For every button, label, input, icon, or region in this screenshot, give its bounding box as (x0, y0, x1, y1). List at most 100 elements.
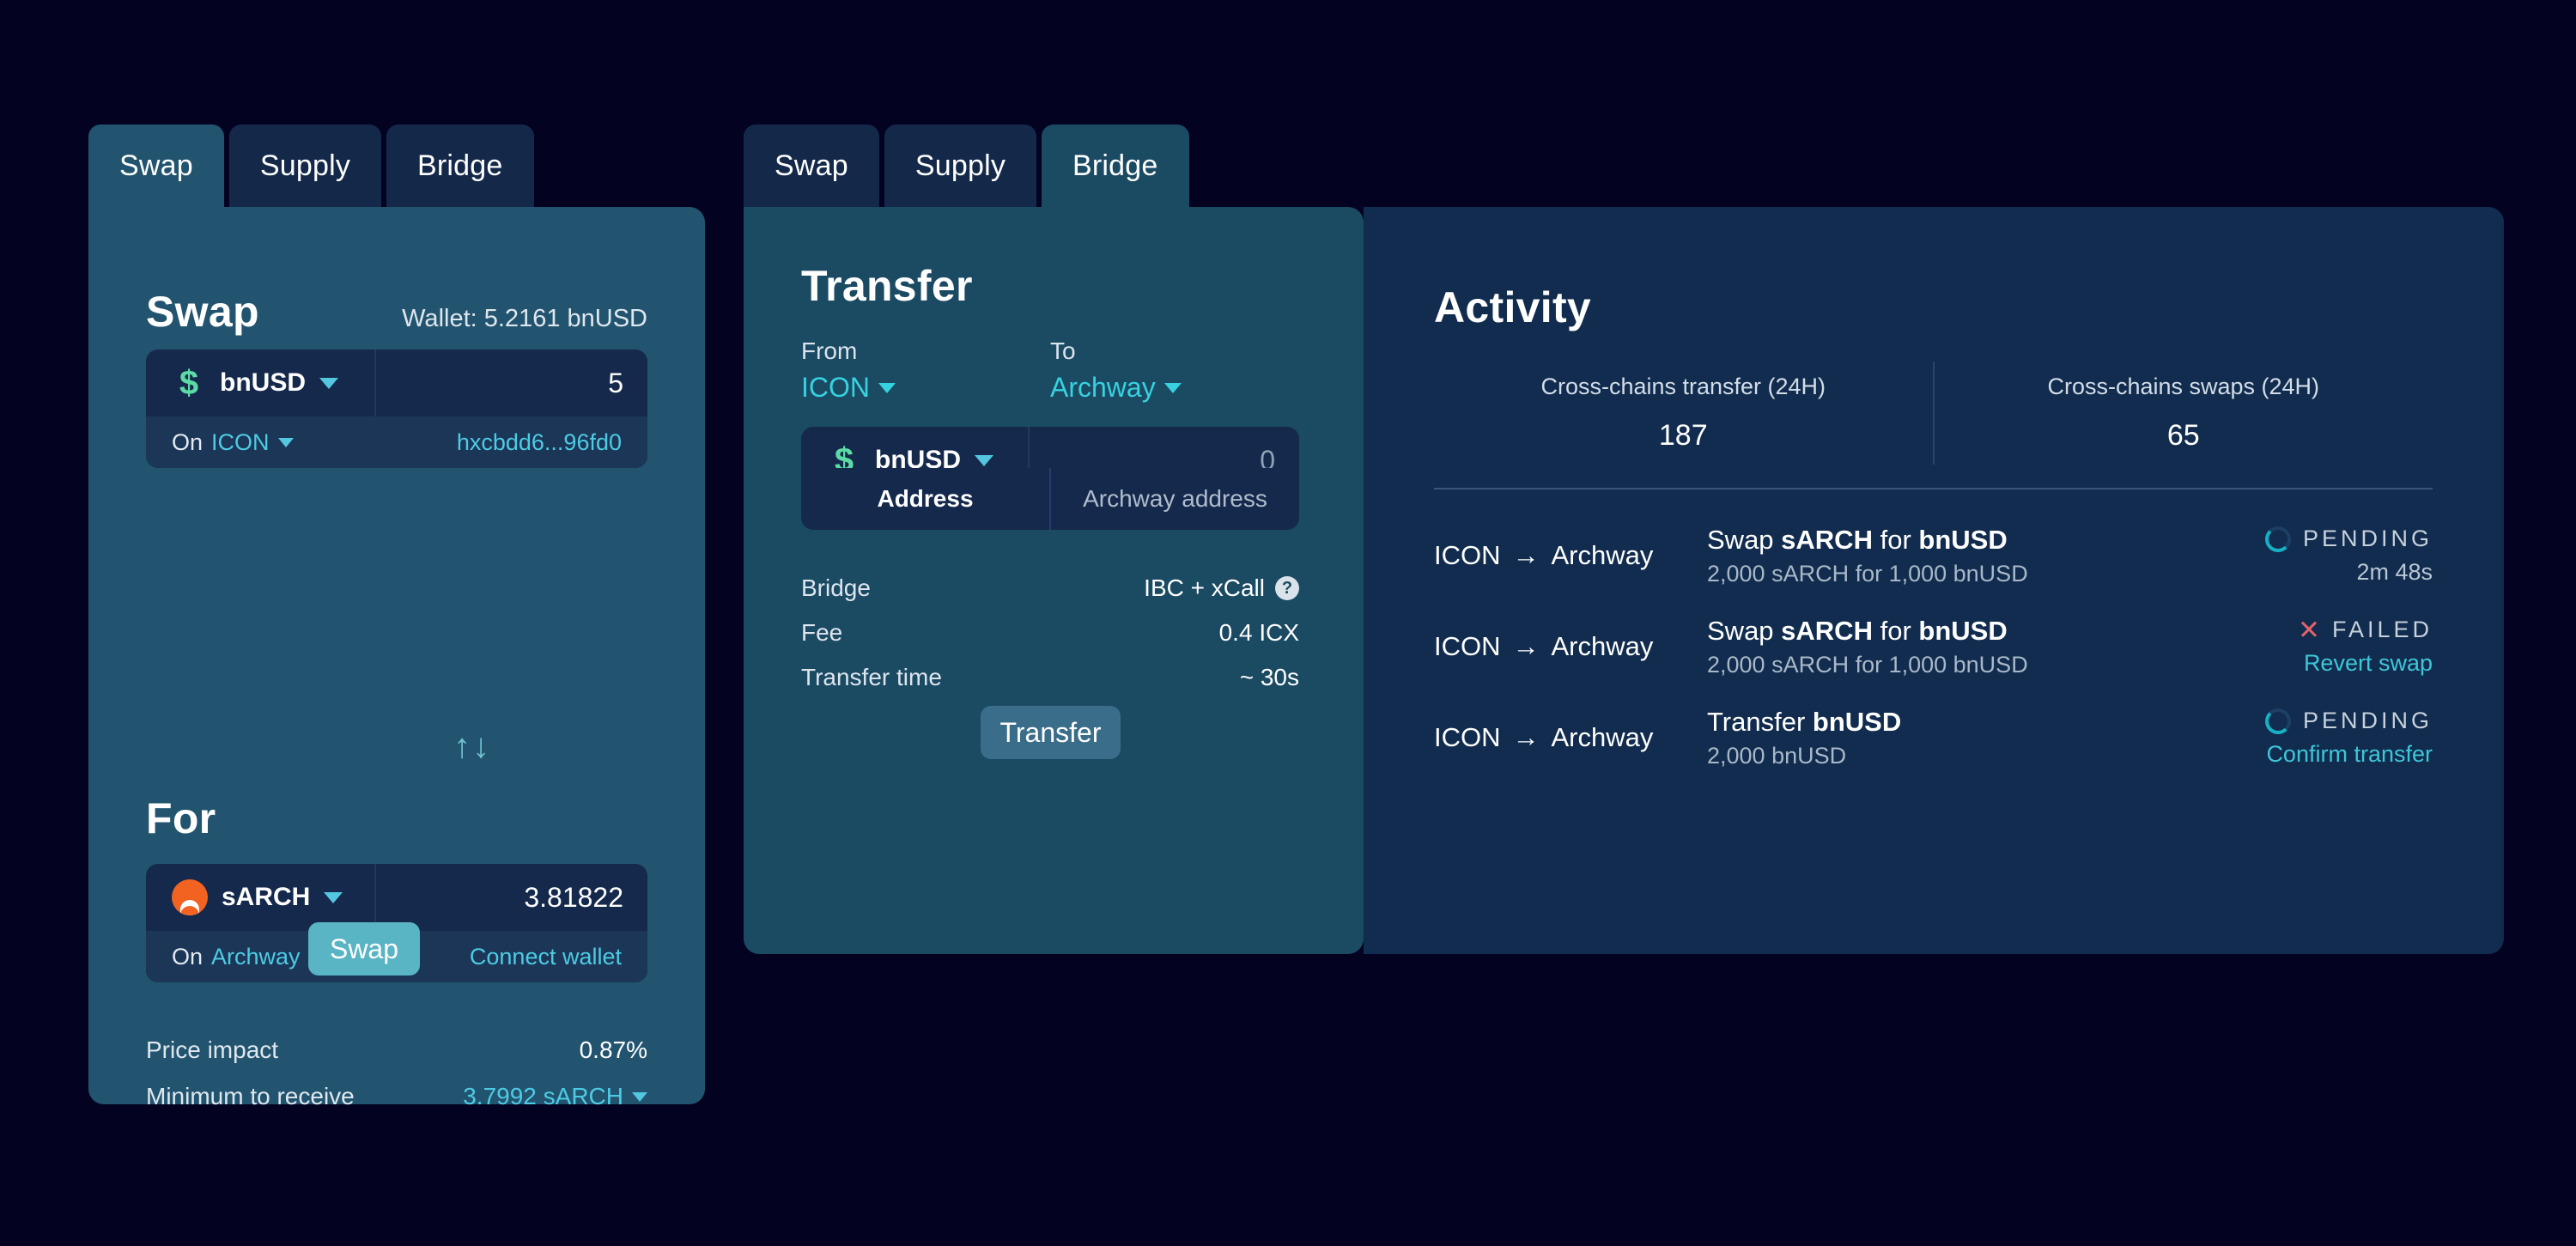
price-impact-label: Price impact (146, 1036, 279, 1063)
swap-title: Swap (146, 288, 259, 336)
activity-row-title: Transfer bnUSD (1707, 707, 2175, 738)
tab-supply[interactable]: Supply (228, 125, 382, 207)
wallet-balance: Wallet: 5.2161 bnUSD (402, 305, 647, 332)
activity-title: Activity (1434, 283, 1592, 331)
tab-supply-label: Supply (259, 149, 351, 182)
activity-row-status-sub: 2m 48s (2356, 559, 2433, 585)
bridge-address-tabs: Address Archway address (801, 468, 1299, 530)
stat-transfers-value: 187 (1658, 419, 1708, 452)
swap-direction-toggle[interactable]: ↑↓ (453, 729, 491, 763)
status-badge: PENDING (2175, 708, 2433, 734)
arrow-right-icon: → (1512, 540, 1540, 570)
bridge-card: Transfer From ICON To Archway $ bnUSD 0 … (744, 207, 1364, 954)
chevron-down-icon (975, 454, 993, 466)
tab-bridge[interactable]: Bridge (386, 125, 534, 207)
activity-row-chains: ICON → Archway (1434, 540, 1666, 571)
stat-transfers-label: Cross-chains transfer (24H) (1540, 374, 1826, 399)
activity-row-chains: ICON → Archway (1434, 722, 1666, 753)
activity-row-title: Swap sARCH for bnUSD (1707, 616, 2175, 647)
bridge-row-bridge-label: Bridge (801, 574, 871, 601)
bridge-to-chain-select[interactable]: Archway (1050, 372, 1299, 404)
swap-to-amount-input[interactable]: 3.81822 (376, 864, 647, 931)
swap-to-chain-prefix: On (172, 943, 204, 969)
swap-from-chain-prefix: On (172, 429, 204, 455)
swap-to-token-select[interactable]: sARCH (146, 864, 376, 931)
chevron-down-icon (277, 437, 294, 447)
bridge-row-time-value: ~ 30s (1239, 664, 1299, 690)
minimum-receive-value-group[interactable]: 3.7992 sARCH (463, 1083, 647, 1110)
bridge-tab-swap[interactable]: Swap (744, 125, 879, 207)
activity-row[interactable]: ICON → Archway Transfer bnUSD 2,000 bnUS… (1434, 705, 2433, 770)
swap-from-amount-input[interactable]: 5 (376, 349, 647, 416)
activity-row-action: Swap (1707, 524, 1774, 555)
chevron-down-icon (319, 377, 338, 389)
stat-swaps-label: Cross-chains swaps (24H) (2047, 374, 2320, 399)
activity-row-detail: 2,000 sARCH for 1,000 bnUSD (1707, 651, 2028, 678)
activity-row-from-chain: ICON (1434, 722, 1501, 752)
bridge-row-bridge: Bridge IBC + xCall ? (801, 566, 1299, 611)
bridge-to-label: To (1050, 337, 1076, 364)
help-icon[interactable]: ? (1275, 576, 1299, 600)
bridge-row-bridge-value: IBC + xCall (1144, 574, 1265, 601)
swap-from-address[interactable]: hxcbdd6...96fd0 (457, 429, 622, 456)
status-label: FAILED (2331, 617, 2433, 642)
bridge-to-chain: Archway (1050, 372, 1156, 403)
bridge-to-col: To Archway (1050, 337, 1299, 404)
bridge-from-to: From ICON To Archway (801, 337, 1299, 404)
swap-from-token-select[interactable]: $ bnUSD (146, 349, 376, 416)
bridge-address-tab[interactable]: Address (801, 468, 1051, 530)
swap-header: Swap Wallet: 5.2161 bnUSD (146, 287, 647, 337)
confirm-transfer-link[interactable]: Confirm transfer (2175, 741, 2433, 768)
bridge-tab-bridge[interactable]: Bridge (1042, 125, 1189, 207)
transfer-submit-button[interactable]: Transfer (981, 706, 1121, 759)
app-root: Swap Supply Bridge Swap Wallet: 5.2161 b… (0, 0, 2576, 1246)
swap-from-token-name: bnUSD (220, 368, 306, 397)
chevron-down-icon (324, 891, 343, 903)
bridge-from-label: From (801, 337, 858, 364)
bridge-from-chain-select[interactable]: ICON (801, 372, 1050, 404)
minimum-receive-row: Minimum to receive 3.7992 sARCH (146, 1083, 647, 1110)
activity-row-to-chain: Archway (1551, 722, 1654, 752)
activity-row-chains: ICON → Archway (1434, 631, 1666, 662)
activity-stats: Cross-chains transfer (24H) 187 Cross-ch… (1434, 362, 2433, 465)
swap-to-row: sARCH 3.81822 (146, 864, 647, 931)
tab-bridge-label: Bridge (417, 149, 503, 182)
activity-row-asset-b: bnUSD (1918, 524, 2008, 555)
activity-divider (1434, 488, 2433, 489)
activity-row-from-chain: ICON (1434, 540, 1501, 570)
bridge-archway-address-input[interactable]: Archway address (1051, 468, 1299, 530)
activity-row-action: Transfer (1707, 706, 1806, 737)
activity-row-asset-a: sARCH (1781, 615, 1873, 646)
swap-to-token-name: sARCH (222, 883, 311, 911)
activity-row-body: Swap sARCH for bnUSD 2,000 sARCH for 1,0… (1666, 525, 2175, 587)
price-impact-value: 0.87% (579, 1036, 647, 1063)
arrow-right-icon: → (1512, 722, 1540, 752)
status-badge: PENDING (2175, 526, 2433, 552)
minimum-receive-label: Minimum to receive (146, 1083, 355, 1109)
stat-cross-chain-transfers: Cross-chains transfer (24H) 187 (1434, 362, 1933, 465)
swap-to-chain-select[interactable]: On Archway (172, 944, 325, 970)
minimum-receive-value: 3.7992 sARCH (463, 1083, 623, 1109)
bridge-tab-bridge-label: Bridge (1072, 149, 1158, 182)
swap-from-chain-select[interactable]: On ICON (172, 429, 294, 456)
bridge-row-fee-value: 0.4 ICX (1218, 619, 1299, 646)
bridge-detail-rows: Bridge IBC + xCall ? Fee 0.4 ICX Transfe… (801, 566, 1299, 700)
chevron-down-icon (1163, 382, 1182, 393)
swap-submit-button[interactable]: Swap (308, 922, 420, 976)
activity-row[interactable]: ICON → Archway Swap sARCH for bnUSD 2,00… (1434, 614, 2433, 679)
chevron-down-icon (632, 1091, 647, 1102)
bridge-tab-supply[interactable]: Supply (884, 125, 1037, 207)
tab-swap-label: Swap (119, 149, 193, 182)
activity-row-body: Transfer bnUSD 2,000 bnUSD (1666, 707, 2175, 769)
bridge-row-time-label: Transfer time (801, 664, 942, 690)
tab-swap[interactable]: Swap (88, 125, 224, 207)
bridge-from-col: From ICON (801, 337, 1050, 404)
activity-row-action: Swap (1707, 615, 1774, 646)
revert-swap-link[interactable]: Revert swap (2175, 650, 2433, 677)
connect-wallet-button[interactable]: Connect wallet (470, 944, 622, 970)
spinner-icon (2264, 708, 2291, 734)
activity-row-detail: 2,000 bnUSD (1707, 742, 1847, 769)
activity-row[interactable]: ICON → Archway Swap sARCH for bnUSD 2,00… (1434, 523, 2433, 588)
bridge-tab-supply-label: Supply (914, 149, 1006, 182)
activity-list: ICON → Archway Swap sARCH for bnUSD 2,00… (1434, 523, 2433, 796)
